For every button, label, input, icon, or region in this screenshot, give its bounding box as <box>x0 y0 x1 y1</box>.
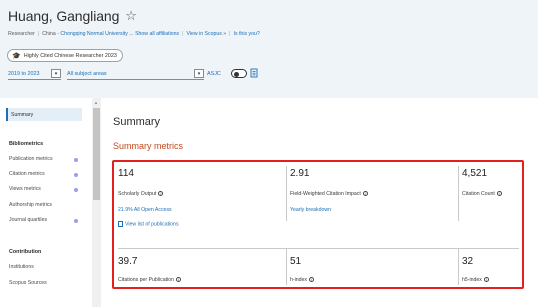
h5-index-label: h5-index i <box>462 277 489 283</box>
status-dot <box>74 158 78 162</box>
info-icon[interactable]: i <box>158 191 164 197</box>
metric-label: Citation Count <box>462 191 495 197</box>
document-icon <box>118 221 123 227</box>
profile-title-row: Huang, Gangliang ☆ <box>8 8 137 24</box>
sidebar-heading-contribution: Contribution <box>9 249 42 255</box>
graduation-cap-icon: 🎓 <box>12 52 21 60</box>
divider <box>458 249 459 285</box>
scholarly-output-label: Scholarly Output i <box>118 191 164 197</box>
country-label: China <box>42 31 56 37</box>
yearly-breakdown-link[interactable]: Yearly breakdown <box>290 207 331 213</box>
citation-count-value: 4,521 <box>462 168 488 179</box>
scholarly-output-value: 114 <box>118 168 134 179</box>
chevron-down-icon[interactable]: ▾ <box>194 69 204 78</box>
sidebar-scrollbar[interactable]: ▲ <box>92 98 101 307</box>
fwci-value: 2.91 <box>290 168 310 179</box>
info-icon[interactable]: i <box>309 277 315 283</box>
sidebar-item-institutions[interactable]: Institutions <box>9 264 79 270</box>
show-all-affiliations-link[interactable]: Show all affiliations <box>135 31 179 37</box>
divider <box>286 166 287 221</box>
fwci-label: Field-Weighted Citation Impact i <box>290 191 368 197</box>
section-title: Summary metrics <box>113 141 184 151</box>
metric-label: Field-Weighted Citation Impact <box>290 191 361 197</box>
page-title: Summary <box>113 116 161 128</box>
view-publications-label: View list of publications <box>125 221 179 228</box>
scrollbar-thumb[interactable] <box>93 108 100 200</box>
affiliation-link[interactable]: Chongqing Normal University ... <box>60 31 133 37</box>
sidebar-item-views-metrics[interactable]: Views metrics <box>9 186 79 192</box>
role-label: Researcher <box>8 31 35 37</box>
sidebar-heading-bibliometrics: Bibliometrics <box>9 141 44 147</box>
summary-metrics-panel: 114 Scholarly Output i 21.9% All Open Acc… <box>112 160 524 289</box>
subject-area-select[interactable]: All subject areas ▾ <box>67 68 204 80</box>
chevron-down-icon[interactable]: ▾ <box>51 69 61 78</box>
metric-label: Citations per Publication <box>118 277 174 283</box>
year-range-select[interactable]: 2019 to 2023 ▾ <box>8 68 61 80</box>
badge-label: Highly Cited Chinese Researcher 2023 <box>23 52 117 59</box>
sidebar-item-summary[interactable]: Summary <box>6 108 82 121</box>
status-dot <box>74 188 78 192</box>
metric-label: h5-index <box>462 277 482 283</box>
sidebar: Summary Bibliometrics Publication metric… <box>0 98 92 307</box>
info-icon[interactable]: i <box>483 277 489 283</box>
divider <box>458 166 459 221</box>
filter-row: 2019 to 2023 ▾ All subject areas ▾ ASJC <box>0 68 538 82</box>
h-index-value: 51 <box>290 256 302 267</box>
sidebar-item-label: Institutions <box>9 264 34 270</box>
divider <box>286 249 287 285</box>
open-access-link[interactable]: 21.9% All Open Access <box>118 207 172 213</box>
asjc-label: ASJC <box>207 71 221 77</box>
sidebar-item-label: Publication metrics <box>9 156 53 162</box>
h-index-label: h-index i <box>290 277 315 283</box>
info-icon[interactable]: i <box>175 277 181 283</box>
view-publications-link[interactable]: View list of publications <box>118 221 179 227</box>
profile-header: Huang, Gangliang ☆ Researcher | China - Ch… <box>0 0 538 98</box>
sidebar-item-label: Citation metrics <box>9 171 45 177</box>
sidebar-item-publication-metrics[interactable]: Publication metrics <box>9 156 79 162</box>
citations-per-publication-label: Citations per Publication i <box>118 277 181 283</box>
citation-count-label: Citation Count i <box>462 191 502 197</box>
citations-per-publication-value: 39.7 <box>118 256 138 267</box>
sidebar-item-label: Authorship metrics <box>9 202 52 208</box>
toggle-knob <box>234 71 239 77</box>
metric-label: Scholarly Output <box>118 191 157 197</box>
sidebar-item-label: Views metrics <box>9 186 41 192</box>
researcher-name: Huang, Gangliang <box>8 8 120 24</box>
sidebar-item-journal-quartiles[interactable]: Journal quartiles <box>9 217 79 223</box>
star-outline-icon[interactable]: ☆ <box>125 8 137 24</box>
status-dot <box>74 173 78 177</box>
scroll-up-arrow-icon[interactable]: ▲ <box>94 100 98 105</box>
document-stack-icon[interactable] <box>250 68 258 78</box>
row-divider <box>118 248 519 249</box>
year-range-value: 2019 to 2023 <box>8 71 40 77</box>
sidebar-item-label: Journal quartiles <box>9 217 48 223</box>
info-icon[interactable]: i <box>362 191 368 197</box>
status-dot <box>74 219 78 223</box>
affiliation-row: Researcher | China - Chongqing Normal Univ… <box>8 31 260 37</box>
metric-label: h-index <box>290 277 308 283</box>
sidebar-item-scopus-sources[interactable]: Scopus Sources <box>9 280 79 286</box>
sidebar-item-citation-metrics[interactable]: Citation metrics <box>9 171 79 177</box>
subject-area-value: All subject areas <box>67 71 107 77</box>
highly-cited-badge: 🎓 Highly Cited Chinese Researcher 2023 <box>7 49 123 62</box>
info-icon[interactable]: i <box>496 191 502 197</box>
toggle-switch[interactable] <box>231 69 247 78</box>
view-in-scopus-link[interactable]: View in Scopus » <box>186 31 226 37</box>
sidebar-item-label: Scopus Sources <box>9 280 47 286</box>
sidebar-item-authorship-metrics[interactable]: Authorship metrics <box>9 202 79 208</box>
h5-index-value: 32 <box>462 256 474 267</box>
is-this-you-link[interactable]: Is this you? <box>234 31 260 37</box>
